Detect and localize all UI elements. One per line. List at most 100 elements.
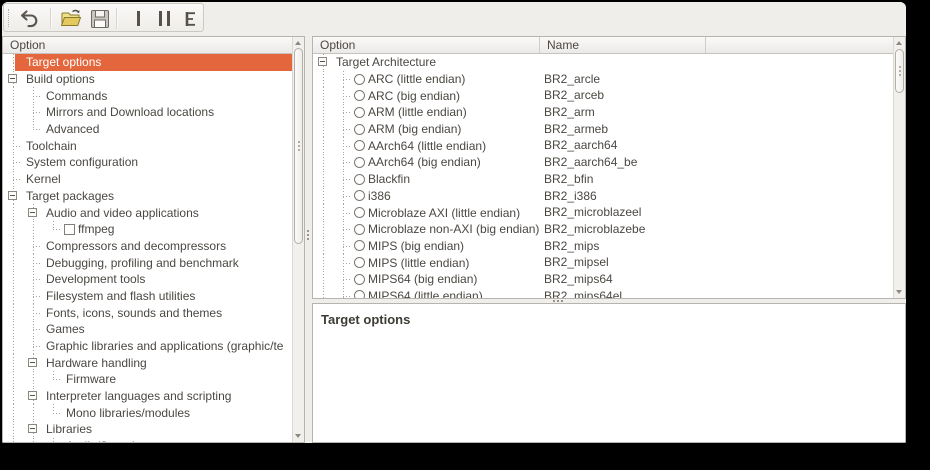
radio-icon[interactable] [354, 207, 365, 218]
tree-item[interactable]: Interpreter languages and scripting [3, 388, 292, 405]
expander-minus-icon[interactable] [23, 204, 43, 221]
radio-icon[interactable] [354, 240, 365, 251]
radio-icon[interactable] [354, 107, 365, 118]
open-button[interactable] [57, 6, 84, 31]
expander-minus-icon[interactable] [313, 54, 333, 71]
radio-icon[interactable] [354, 190, 365, 201]
tree-item[interactable]: Advanced [3, 121, 292, 138]
radio-icon[interactable] [354, 174, 365, 185]
tree-item[interactable]: Microblaze non-AXI (big endian)BR2_micro… [313, 221, 893, 238]
tree-item[interactable]: Filesystem and flash utilities [3, 288, 292, 305]
tree-item[interactable]: ARM (little endian)BR2_arm [313, 104, 893, 121]
radio-icon[interactable] [354, 274, 365, 285]
config-tree: Target options Build optionsCommandsMirro… [3, 54, 292, 442]
radio-icon[interactable] [354, 224, 365, 235]
tree-item[interactable]: MIPS (little endian)BR2_mipsel [313, 254, 893, 271]
right-scrollbar [893, 37, 905, 298]
tree-item[interactable]: Target Architecture [313, 54, 893, 71]
tree-item[interactable]: ARM (big endian)BR2_armeb [313, 121, 893, 138]
tree-item[interactable]: MIPS (big endian)BR2_mips [313, 238, 893, 255]
scrollbar-thumb[interactable] [895, 49, 904, 93]
tree-item[interactable]: Firmware [3, 371, 292, 388]
tree-connector [43, 371, 63, 388]
tree-item[interactable]: Microblaze AXI (little endian)BR2_microb… [313, 204, 893, 221]
tree-item-label: Games [43, 322, 85, 336]
toolbar-drag-handle[interactable] [8, 9, 10, 27]
tree-item[interactable]: AArch64 (big endian)BR2_aarch64_be [313, 154, 893, 171]
tree-item-label: Target options [23, 55, 101, 69]
tree-item[interactable]: Toolchain [3, 137, 292, 154]
tree-item[interactable]: Audio/Sound [3, 438, 292, 442]
radio-icon[interactable] [354, 74, 365, 85]
right-panel-header: Option Name [313, 37, 905, 54]
save-button[interactable] [86, 6, 113, 31]
tree-item[interactable]: Games [3, 321, 292, 338]
scroll-down-arrow[interactable] [293, 431, 304, 441]
tree-connector [333, 121, 353, 138]
toolbar-separator [50, 8, 51, 29]
tree-item[interactable]: Kernel [3, 171, 292, 188]
tree-item[interactable]: Hardware handling [3, 354, 292, 371]
scroll-down-arrow[interactable] [894, 287, 905, 297]
tree-guide-line [3, 104, 23, 121]
tree-item[interactable]: Target packages [3, 188, 292, 205]
tree-guide-line [3, 204, 23, 221]
radio-icon[interactable] [354, 124, 365, 135]
tree-item[interactable]: ARC (little endian)BR2_arcle [313, 71, 893, 88]
tree-item[interactable]: ffmpeg [3, 221, 292, 238]
split-view-button[interactable] [151, 6, 178, 31]
tree-connector [23, 271, 43, 288]
tree-item[interactable]: MIPS64 (little endian)BR2_mips64el [313, 288, 893, 298]
tree-item[interactable]: Libraries [3, 421, 292, 438]
tree-item[interactable]: Compressors and decompressors [3, 238, 292, 255]
tree-connector [23, 304, 43, 321]
tree-item[interactable]: i386BR2_i386 [313, 188, 893, 205]
tree-connector [23, 104, 43, 121]
expander-minus-icon[interactable] [23, 388, 43, 405]
expander-minus-icon[interactable] [3, 71, 23, 88]
tree-item[interactable]: Fonts, icons, sounds and themes [3, 304, 292, 321]
full-view-button[interactable] [177, 6, 204, 31]
tree-item[interactable]: AArch64 (little endian)BR2_aarch64 [313, 137, 893, 154]
tree-item[interactable]: MIPS64 (big endian)BR2_mips64 [313, 271, 893, 288]
tree-item[interactable]: Graphic libraries and applications (grap… [3, 338, 292, 355]
radio-icon[interactable] [354, 257, 365, 268]
radio-icon[interactable] [354, 90, 365, 101]
radio-icon[interactable] [354, 140, 365, 151]
expander-minus-icon[interactable] [3, 188, 23, 205]
single-view-button[interactable] [125, 6, 152, 31]
tree-connector [333, 171, 353, 188]
symbol-name: BR2_mips [544, 238, 599, 255]
tree-item[interactable]: BlackfinBR2_bfin [313, 171, 893, 188]
tree-item[interactable]: Target options [3, 54, 292, 71]
scroll-up-arrow[interactable] [894, 38, 905, 48]
expander-minus-icon[interactable] [23, 354, 43, 371]
scrollbar-thumb[interactable] [294, 48, 303, 244]
tree-guide-line [3, 271, 23, 288]
tree-item[interactable]: Debugging, profiling and benchmark [3, 254, 292, 271]
tree-guide-line [3, 221, 23, 238]
tree-item[interactable]: Build options [3, 71, 292, 88]
tree-item[interactable]: Commands [3, 87, 292, 104]
options-list-panel: Option Name Target ArchitectureARC (litt… [312, 36, 906, 299]
tree-guide-line [3, 338, 23, 355]
tree-connector [23, 87, 43, 104]
tree-connector [333, 188, 353, 205]
tree-connector [43, 438, 63, 442]
tree-connector [333, 71, 353, 88]
undo-button[interactable] [15, 6, 42, 31]
checkbox-icon[interactable] [64, 224, 75, 235]
tree-item[interactable]: Mono libraries/modules [3, 404, 292, 421]
expander-minus-icon[interactable] [23, 421, 43, 438]
radio-icon[interactable] [354, 290, 365, 298]
vertical-splitter[interactable] [305, 36, 312, 443]
radio-icon[interactable] [354, 157, 365, 168]
tree-item[interactable]: Mirrors and Download locations [3, 104, 292, 121]
tree-item[interactable]: Audio and video applications [3, 204, 292, 221]
scroll-up-arrow[interactable] [293, 38, 304, 48]
tree-item[interactable]: Development tools [3, 271, 292, 288]
tree-item[interactable]: System configuration [3, 154, 292, 171]
tree-connector [333, 104, 353, 121]
tree-item[interactable]: ARC (big endian)BR2_arceb [313, 87, 893, 104]
tree-item-label: Graphic libraries and applications (grap… [43, 339, 283, 353]
